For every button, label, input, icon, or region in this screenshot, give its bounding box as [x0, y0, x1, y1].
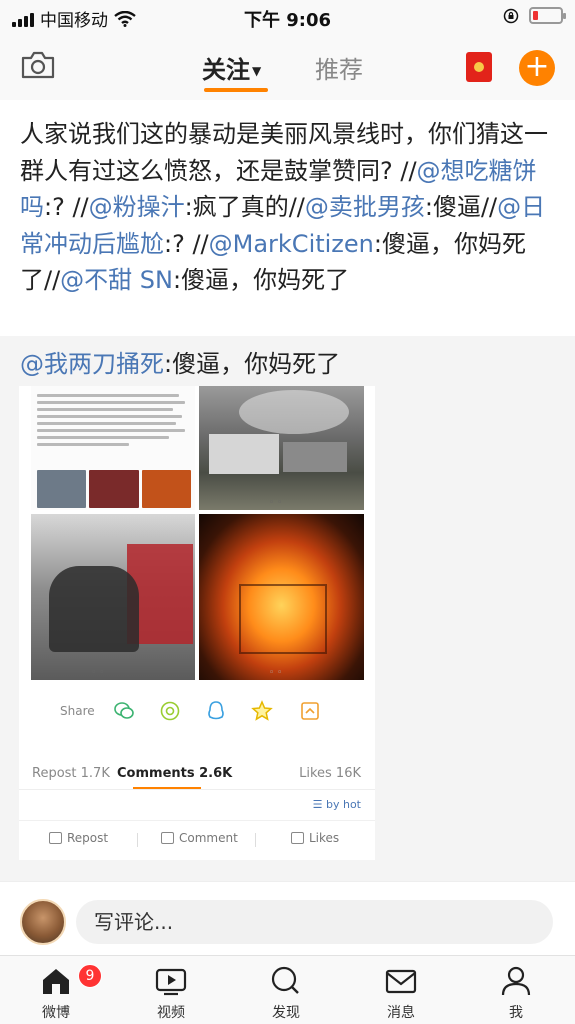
- screenshot-card: ◦ ◦ ◦ ◦ ◦ ◦ Share Repost 1.7K Comments 2…: [19, 386, 375, 860]
- mention-link[interactable]: @MarkCitizen: [209, 230, 374, 258]
- search-icon: [271, 966, 299, 994]
- tab-me[interactable]: 我: [476, 956, 556, 1024]
- watermark-icon: ◦ ◦: [269, 498, 283, 508]
- photo-grid: ◦ ◦ ◦ ◦ ◦ ◦: [31, 386, 365, 682]
- mention-link[interactable]: @不甜 SN: [60, 266, 173, 294]
- tab-discover[interactable]: 发现: [246, 956, 326, 1024]
- quoted-text: @我两刀捅死:傻逼，你妈死了: [20, 346, 340, 382]
- quoted-mention[interactable]: @我两刀捅死: [20, 350, 164, 378]
- post-text-segment: :? //: [44, 193, 89, 221]
- share-label: Share: [60, 704, 95, 718]
- tab-follow-label: 关注: [202, 56, 250, 84]
- watermark-icon: ◦ ◦: [91, 668, 105, 678]
- share-row: Share: [19, 698, 375, 728]
- compose-button[interactable]: +: [519, 50, 555, 86]
- sort-icon: ☰: [312, 798, 326, 811]
- post-text-segment: :? //: [164, 229, 209, 258]
- thumbnail-strip: [37, 470, 191, 508]
- notification-badge: 9: [78, 964, 102, 988]
- user-avatar[interactable]: [20, 899, 66, 945]
- stats-row: Repost 1.7K Comments 2.6K Likes 16K: [19, 758, 375, 790]
- post-text-segment: :傻逼//: [424, 193, 498, 221]
- star-icon[interactable]: [251, 700, 273, 722]
- news-text-image[interactable]: [31, 386, 195, 510]
- mail-icon: [385, 969, 417, 994]
- red-packet-icon[interactable]: [466, 52, 492, 82]
- likes-action-label: Likes: [309, 831, 340, 845]
- post-card: 人家说我们这的暴动是美丽风景线时，你们猜这一群人有过这么愤怒，还是鼓掌赞同? /…: [0, 100, 575, 336]
- comments-tab-indicator: [133, 787, 201, 789]
- bottom-tab-bar: 9 微博 视频 发现 消息 我: [0, 955, 575, 1024]
- tab-video-label: 视频: [157, 1005, 185, 1021]
- tab-messages-label: 消息: [387, 1005, 415, 1021]
- burning-building-photo[interactable]: ◦ ◦: [199, 514, 364, 680]
- battery-icon: [529, 7, 566, 24]
- post-text: 人家说我们这的暴动是美丽风景线时，你们猜这一群人有过这么愤怒，还是鼓掌赞同? /…: [20, 116, 558, 299]
- sort-row: ☰ by hot: [19, 790, 375, 818]
- camera-icon[interactable]: [20, 50, 56, 80]
- top-nav: 关注 ▼ 推荐 +: [0, 34, 575, 100]
- tab-video[interactable]: 视频: [131, 956, 211, 1024]
- tab-discover-label: 发现: [272, 1005, 300, 1021]
- tab-weibo-label: 微博: [42, 1005, 70, 1021]
- sort-label: by hot: [325, 798, 361, 811]
- wechat-icon[interactable]: [113, 700, 135, 722]
- repost-action-label: Repost: [67, 831, 109, 845]
- quoted-post[interactable]: @我两刀捅死:傻逼，你妈死了 ◦ ◦ ◦ ◦ ◦ ◦ Share Repost …: [0, 336, 575, 881]
- tab-me-label: 我: [509, 1005, 523, 1021]
- tab-messages[interactable]: 消息: [361, 956, 441, 1024]
- status-time: 下午 9:06: [243, 10, 332, 31]
- screenshot-icon[interactable]: [299, 700, 321, 722]
- video-play-icon: [155, 968, 187, 996]
- divider: [137, 833, 138, 847]
- watermark-icon: ◦ ◦: [269, 668, 283, 678]
- moments-icon[interactable]: [159, 700, 181, 722]
- home-icon: [43, 969, 69, 994]
- caret-down-icon: ▼: [252, 64, 262, 78]
- rotation-lock-icon: [503, 8, 519, 23]
- likes-action[interactable]: Likes: [291, 831, 339, 845]
- repost-action[interactable]: Repost: [49, 831, 108, 845]
- post-text-segment: :傻逼，你妈死了: [173, 266, 350, 294]
- comment-action[interactable]: Comment: [161, 831, 238, 845]
- post-text-segment: :疯了真的//: [184, 193, 305, 221]
- tab-follow[interactable]: 关注 ▼: [202, 50, 261, 85]
- status-bar: 中国移动 下午 9:06: [0, 0, 575, 34]
- looting-photo[interactable]: ◦ ◦: [31, 514, 195, 680]
- divider: [255, 833, 256, 847]
- mention-link[interactable]: @粉操汁: [89, 193, 185, 221]
- quoted-body: :傻逼，你妈死了: [164, 350, 341, 378]
- firefighting-photo[interactable]: ◦ ◦: [199, 386, 364, 510]
- comment-icon: [161, 832, 174, 844]
- mention-link[interactable]: @卖批男孩: [305, 193, 425, 221]
- comment-input[interactable]: [76, 900, 553, 944]
- like-icon: [291, 832, 304, 844]
- status-right: [503, 7, 566, 24]
- sort-by-hot[interactable]: ☰ by hot: [313, 798, 361, 811]
- comments-count-tab[interactable]: Comments 2.6K: [117, 766, 232, 781]
- tab-recommend[interactable]: 推荐: [315, 50, 363, 85]
- action-row: Repost Comment Likes: [19, 820, 375, 856]
- likes-count-tab[interactable]: Likes 16K: [299, 766, 361, 781]
- tab-follow-indicator: [204, 88, 268, 92]
- qq-icon[interactable]: [205, 700, 227, 722]
- comment-composer: [0, 881, 575, 955]
- user-icon: [501, 966, 531, 996]
- tab-weibo[interactable]: 9 微博: [16, 956, 102, 1024]
- comment-action-label: Comment: [179, 831, 238, 845]
- repost-icon: [49, 832, 62, 844]
- repost-count-tab[interactable]: Repost 1.7K: [32, 766, 110, 781]
